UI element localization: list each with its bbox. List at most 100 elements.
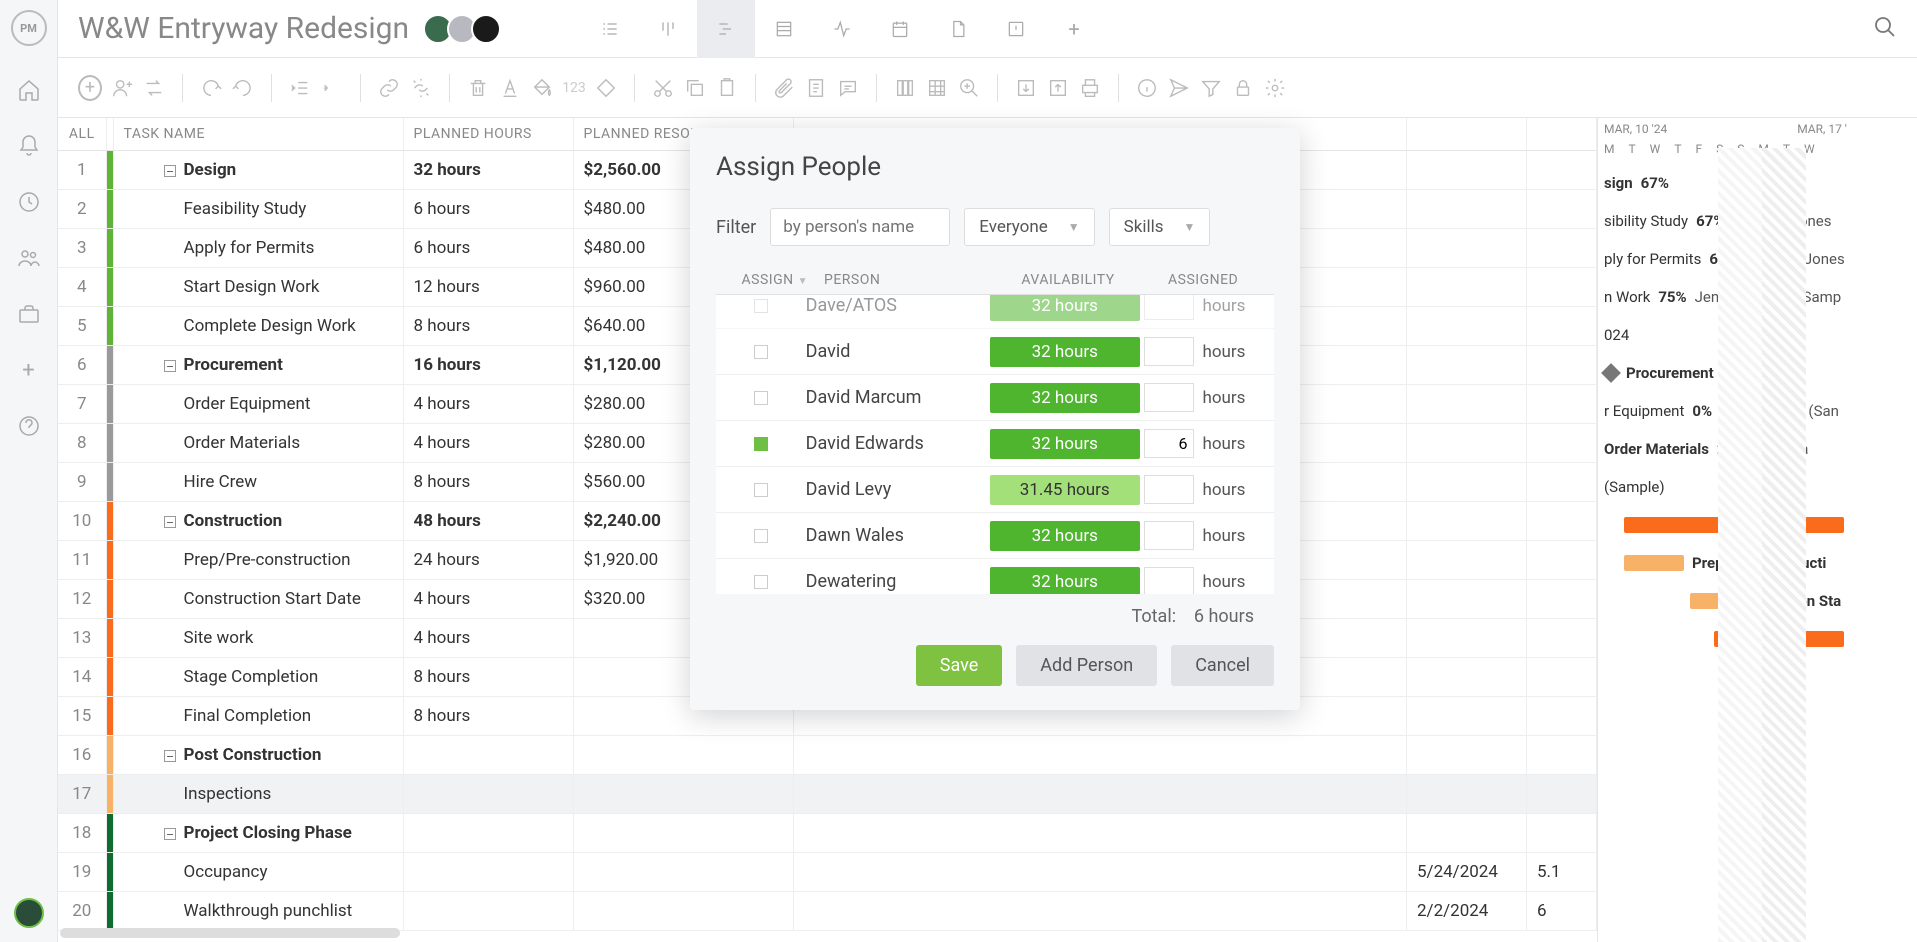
add-person-button[interactable]: Add Person — [1016, 645, 1157, 686]
person-row[interactable]: Dawn Wales 32 hours hours — [716, 513, 1274, 559]
clock-icon[interactable] — [17, 190, 41, 214]
note-icon[interactable] — [804, 76, 828, 100]
assign-checkbox[interactable] — [754, 437, 768, 451]
indent-icon[interactable] — [320, 76, 344, 100]
filter-input[interactable] — [770, 208, 950, 246]
task-row[interactable]: 17 Inspections — [58, 775, 1597, 814]
hours-input[interactable] — [1144, 521, 1194, 550]
total-row: Total: 6 hours — [716, 594, 1274, 645]
col-all[interactable]: ALL — [58, 118, 106, 151]
assign-checkbox[interactable] — [754, 345, 768, 359]
zoom-icon[interactable] — [957, 76, 981, 100]
person-row[interactable]: Dave/ATOS 32 hours hours — [716, 294, 1274, 329]
people-list[interactable]: Dave/ATOS 32 hours hours David 32 hours … — [716, 294, 1274, 594]
left-nav: PM + — [0, 0, 58, 942]
comment-icon[interactable] — [836, 76, 860, 100]
col-availability[interactable]: AVAILABILITY — [988, 272, 1148, 288]
col-task-name[interactable]: TASK NAME — [113, 118, 403, 151]
tab-calendar-icon[interactable] — [871, 0, 929, 58]
plus-icon[interactable]: + — [17, 358, 41, 382]
col-assign[interactable]: ASSIGN ▼ — [718, 272, 808, 288]
number-icon[interactable]: 123 — [562, 76, 586, 100]
col-assigned[interactable]: ASSIGNED — [1148, 272, 1268, 288]
link-icon[interactable] — [377, 76, 401, 100]
user-avatar[interactable] — [14, 898, 44, 928]
people-icon[interactable] — [17, 246, 41, 270]
swap-icon[interactable] — [142, 76, 166, 100]
hours-input[interactable] — [1144, 429, 1194, 458]
lock-icon[interactable] — [1231, 76, 1255, 100]
task-row[interactable]: 16 Post Construction — [58, 736, 1597, 775]
print-icon[interactable] — [1078, 76, 1102, 100]
cancel-button[interactable]: Cancel — [1171, 645, 1274, 686]
send-icon[interactable] — [1167, 76, 1191, 100]
everyone-select[interactable]: Everyone▼ — [964, 208, 1094, 246]
search-icon[interactable] — [1873, 15, 1897, 43]
info-icon[interactable] — [1135, 76, 1159, 100]
person-row[interactable]: David 32 hours hours — [716, 329, 1274, 375]
filter-label: Filter — [716, 217, 756, 238]
copy-icon[interactable] — [683, 76, 707, 100]
gear-icon[interactable] — [1263, 76, 1287, 100]
hours-input[interactable] — [1144, 337, 1194, 366]
toolbar: + 123 — [58, 58, 1917, 118]
tab-gantt-icon[interactable] — [697, 0, 755, 58]
tab-alert-icon[interactable] — [987, 0, 1045, 58]
briefcase-icon[interactable] — [17, 302, 41, 326]
assign-checkbox[interactable] — [754, 299, 768, 313]
assign-checkbox[interactable] — [754, 391, 768, 405]
gantt-date-1: MAR, 10 '24 — [1604, 122, 1667, 136]
skills-select[interactable]: Skills▼ — [1109, 208, 1211, 246]
export-icon[interactable] — [1046, 76, 1070, 100]
assign-checkbox[interactable] — [754, 529, 768, 543]
assign-icon[interactable] — [110, 76, 134, 100]
add-task-icon[interactable]: + — [78, 76, 102, 100]
columns-icon[interactable] — [893, 76, 917, 100]
tab-list-icon[interactable] — [581, 0, 639, 58]
tab-file-icon[interactable] — [929, 0, 987, 58]
modal-title: Assign People — [716, 152, 1274, 182]
task-row[interactable]: 20 Walkthrough punchlist 2/2/20246 — [58, 892, 1597, 931]
tab-add-icon[interactable]: + — [1045, 0, 1103, 58]
task-row[interactable]: 18 Project Closing Phase — [58, 814, 1597, 853]
redo-icon[interactable] — [231, 76, 255, 100]
trash-icon[interactable] — [466, 76, 490, 100]
filter-icon[interactable] — [1199, 76, 1223, 100]
person-row[interactable]: David Levy 31.45 hours hours — [716, 467, 1274, 513]
bell-icon[interactable] — [17, 134, 41, 158]
cut-icon[interactable] — [651, 76, 675, 100]
save-button[interactable]: Save — [916, 645, 1003, 686]
outdent-icon[interactable] — [288, 76, 312, 100]
assign-checkbox[interactable] — [754, 483, 768, 497]
shape-icon[interactable] — [594, 76, 618, 100]
home-icon[interactable] — [17, 78, 41, 102]
attach-icon[interactable] — [772, 76, 796, 100]
import-icon[interactable] — [1014, 76, 1038, 100]
fill-color-icon[interactable] — [530, 76, 554, 100]
paste-icon[interactable] — [715, 76, 739, 100]
project-avatars[interactable] — [429, 14, 501, 44]
app-logo[interactable]: PM — [11, 10, 47, 46]
assign-checkbox[interactable] — [754, 575, 768, 589]
unlink-icon[interactable] — [409, 76, 433, 100]
person-row[interactable]: David Marcum 32 hours hours — [716, 375, 1274, 421]
horizontal-scrollbar[interactable] — [60, 928, 400, 938]
hours-input[interactable] — [1144, 567, 1194, 594]
hours-input[interactable] — [1144, 294, 1194, 320]
person-row[interactable]: David Edwards 32 hours hours — [716, 421, 1274, 467]
tab-activity-icon[interactable] — [813, 0, 871, 58]
hours-input[interactable] — [1144, 475, 1194, 504]
gantt-panel[interactable]: MAR, 10 '24 MAR, 17 ' MTWTFSSMTW sign67%… — [1597, 118, 1917, 942]
help-icon[interactable] — [17, 414, 41, 438]
tab-board-icon[interactable] — [639, 0, 697, 58]
undo-icon[interactable] — [199, 76, 223, 100]
hours-input[interactable] — [1144, 383, 1194, 412]
task-row[interactable]: 19 Occupancy 5/24/20245.1 — [58, 853, 1597, 892]
text-color-icon[interactable] — [498, 76, 522, 100]
person-row[interactable]: Dewatering 32 hours hours — [716, 559, 1274, 594]
col-person[interactable]: PERSON — [808, 272, 988, 288]
col-planned-hours[interactable]: PLANNED HOURS — [403, 118, 573, 151]
table-icon[interactable] — [925, 76, 949, 100]
header: W&W Entryway Redesign + — [58, 0, 1917, 58]
tab-sheet-icon[interactable] — [755, 0, 813, 58]
